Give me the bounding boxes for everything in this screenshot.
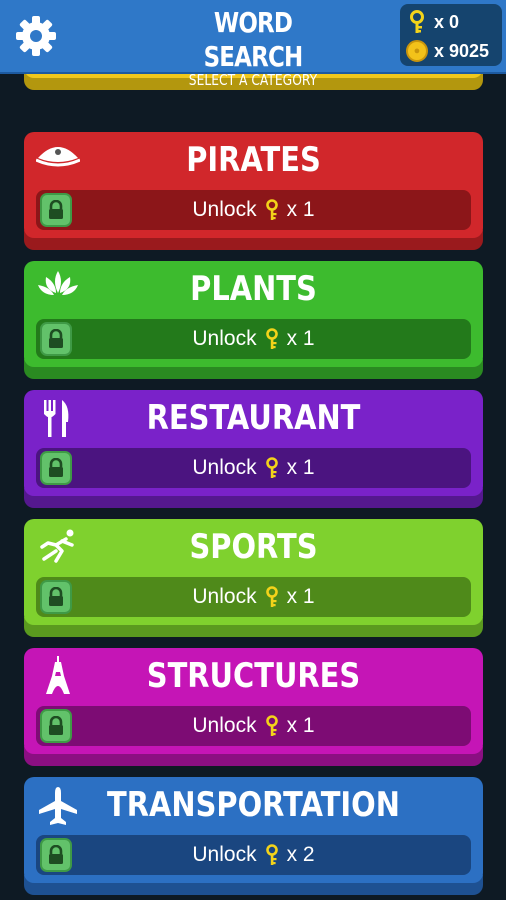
unlock-text: Unlock x 1	[192, 456, 314, 480]
unlock-text: Unlock x 1	[192, 198, 314, 222]
unlock-button[interactable]: Unlock x 1	[36, 448, 471, 488]
unlock-cost: x 1	[286, 714, 315, 737]
key-icon	[265, 715, 278, 736]
keys-count: x 0	[434, 11, 460, 32]
lock-icon	[40, 838, 72, 872]
keys-counter: x 0	[406, 9, 459, 35]
card-body: TRANSPORTATION Unlock x 2	[24, 777, 483, 883]
title-block: WORD SEARCH SELECT A CATEGORY	[150, 6, 356, 88]
key-icon	[265, 328, 278, 349]
unlock-label: Unlock	[192, 843, 257, 866]
card-body: PLANTS Unlock x 1	[24, 261, 483, 367]
lock-icon	[40, 580, 72, 614]
unlock-cost: x 1	[286, 585, 315, 608]
unlock-label: Unlock	[192, 714, 257, 737]
category-title: RESTAURANT	[146, 398, 361, 438]
unlock-label: Unlock	[192, 585, 257, 608]
category-card-plants[interactable]: PLANTS Unlock x 1	[24, 261, 483, 379]
card-body: RESTAURANT Unlock x 1	[24, 390, 483, 496]
card-body: PIRATES Unlock x 1	[24, 132, 483, 238]
unlock-label: Unlock	[192, 327, 257, 350]
page-subtitle: SELECT A CATEGORY	[188, 71, 318, 89]
unlock-button[interactable]: Unlock x 2	[36, 835, 471, 875]
key-icon	[265, 586, 278, 607]
unlock-button[interactable]: Unlock x 1	[36, 706, 471, 746]
unlock-text: Unlock x 2	[192, 843, 314, 867]
category-title: TRANSPORTATION	[107, 785, 400, 825]
lock-icon	[40, 322, 72, 356]
unlock-label: Unlock	[192, 198, 257, 221]
unlock-cost: x 2	[286, 843, 315, 866]
category-card-structures[interactable]: STRUCTURES Unlock x 1	[24, 648, 483, 766]
key-icon	[265, 457, 278, 478]
lock-icon	[40, 709, 72, 743]
unlock-text: Unlock x 1	[192, 714, 314, 738]
app-title: WORD SEARCH	[203, 6, 304, 73]
unlock-text: Unlock x 1	[192, 327, 314, 351]
unlock-cost: x 1	[286, 198, 315, 221]
coins-counter: ● x 9025	[406, 38, 489, 64]
unlock-label: Unlock	[192, 456, 257, 479]
coin-icon: ●	[406, 40, 428, 62]
lock-icon	[40, 451, 72, 485]
wallet-panel: x 0 ● x 9025	[400, 4, 502, 66]
key-icon	[265, 844, 278, 865]
category-title: PIRATES	[186, 140, 321, 180]
coins-count: x 9025	[434, 40, 490, 61]
unlock-text: Unlock x 1	[192, 585, 314, 609]
category-title: STRUCTURES	[146, 656, 361, 696]
gear-icon[interactable]	[14, 14, 58, 58]
key-icon	[410, 10, 424, 33]
unlock-button[interactable]: Unlock x 1	[36, 577, 471, 617]
unlock-button[interactable]: Unlock x 1	[36, 319, 471, 359]
header-bar: WORD SEARCH SELECT A CATEGORY x 0 ● x 90…	[0, 0, 506, 88]
key-icon	[265, 199, 278, 220]
unlock-cost: x 1	[286, 327, 315, 350]
category-card-pirates[interactable]: PIRATES Unlock x 1	[24, 132, 483, 250]
category-card-transportation[interactable]: TRANSPORTATION Unlock x 2	[24, 777, 483, 895]
unlock-cost: x 1	[286, 456, 315, 479]
lock-icon	[40, 193, 72, 227]
category-title: SPORTS	[189, 527, 318, 567]
category-card-sports[interactable]: SPORTS Unlock x 1	[24, 519, 483, 637]
unlock-button[interactable]: Unlock x 1	[36, 190, 471, 230]
card-body: SPORTS Unlock x 1	[24, 519, 483, 625]
category-title: PLANTS	[190, 269, 317, 309]
category-card-restaurant[interactable]: RESTAURANT Unlock x 1	[24, 390, 483, 508]
card-body: STRUCTURES Unlock x 1	[24, 648, 483, 754]
